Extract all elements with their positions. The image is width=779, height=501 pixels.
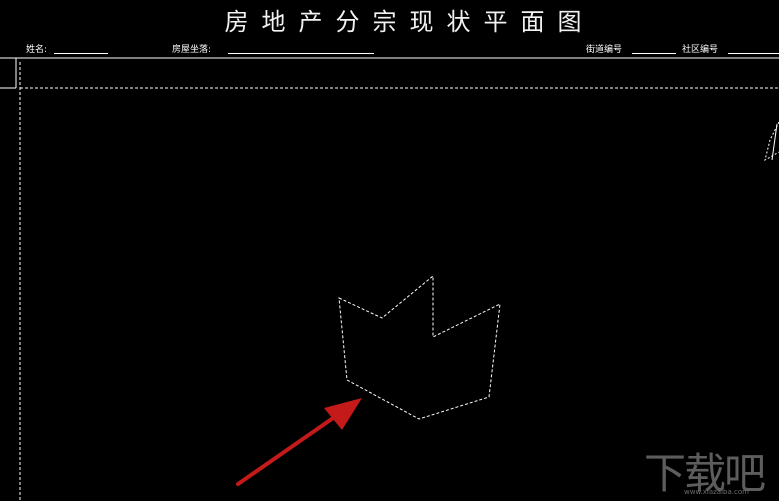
watermark-url: www.xiazaiba.com bbox=[684, 488, 749, 496]
cad-canvas[interactable] bbox=[0, 0, 779, 500]
red-arrow-head bbox=[324, 398, 362, 430]
watermark: 下载吧 www.xiazaiba.com bbox=[644, 440, 779, 500]
red-arrow-shaft bbox=[236, 414, 338, 486]
selected-polygon[interactable] bbox=[338, 274, 501, 420]
partial-shape-solid bbox=[771, 123, 778, 161]
